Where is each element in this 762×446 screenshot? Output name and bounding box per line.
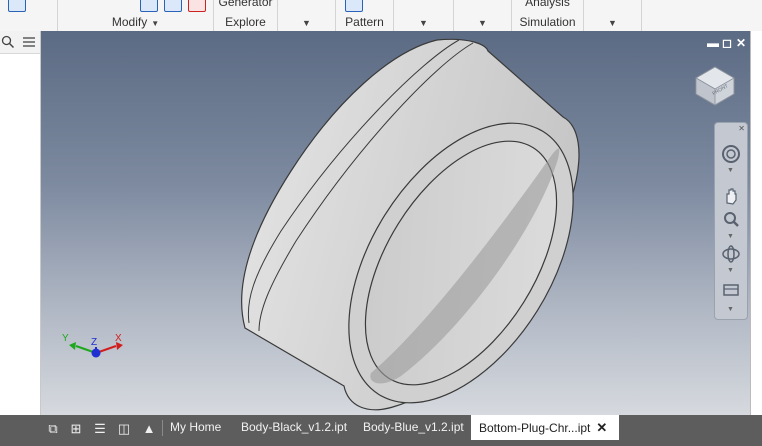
close-icon[interactable]: ✕	[596, 420, 607, 435]
zoom-icon[interactable]	[719, 209, 743, 231]
navigation-bar: ✕ ▼ ▼ ▼ ▼	[714, 122, 748, 320]
minimize-button[interactable]: ▬	[706, 36, 720, 50]
chevron-down-icon[interactable]: ▼	[727, 306, 734, 313]
ring-model[interactable]	[41, 31, 750, 415]
chevron-down-icon: ▼	[478, 18, 487, 28]
steering-wheel-icon[interactable]	[719, 143, 743, 165]
ribbon: Modify ▼ Generator Explore ▼ Pattern ▼ ▼ …	[0, 0, 762, 32]
restore-button[interactable]: ◻	[720, 36, 734, 50]
modify-label: Modify	[111, 15, 148, 29]
chevron-down-icon: ▼	[302, 18, 311, 28]
simulation-label[interactable]: Simulation	[512, 15, 583, 29]
right-edge-panel	[750, 31, 762, 415]
tile-vertical-icon[interactable]: ◫	[115, 421, 133, 437]
modify-tool-icon-2[interactable]	[164, 0, 182, 12]
pattern-label[interactable]: Pattern	[336, 15, 393, 29]
browser-header	[0, 31, 40, 54]
ribbon-panel-dropdown-1[interactable]: ▼	[278, 0, 336, 31]
close-button[interactable]: ✕	[734, 36, 748, 50]
pan-icon[interactable]	[719, 185, 743, 207]
tab-label: My Home	[170, 420, 222, 434]
coordinate-triad: X Y Z	[62, 333, 123, 358]
look-at-icon[interactable]	[719, 279, 743, 301]
tab-label: Bottom-Plug-Chr...ipt	[479, 421, 591, 435]
model-browser	[0, 31, 41, 415]
sketch-icon[interactable]	[8, 0, 26, 12]
document-tab-bar: ⧉ ⊞ ☰ ◫ ▲ My Home Body-Black_v1.2.ipt Bo…	[0, 415, 762, 446]
delete-face-icon[interactable]	[188, 0, 206, 12]
ribbon-panel-pattern: Pattern	[336, 0, 394, 31]
explore-label[interactable]: Explore	[214, 15, 277, 29]
analysis-label: Analysis	[525, 0, 570, 9]
chevron-down-icon[interactable]: ▼	[727, 267, 734, 274]
tile-horizontal-icon[interactable]: ☰	[91, 421, 109, 437]
tab-my-home[interactable]: My Home	[162, 415, 229, 440]
ribbon-panel-explore: Generator Explore	[214, 0, 278, 31]
menu-icon[interactable]	[22, 35, 36, 49]
tab-label: Body-Blue_v1.2.ipt	[363, 420, 464, 434]
generator-label: Generator	[218, 0, 273, 9]
close-icon[interactable]: ✕	[738, 124, 745, 133]
axis-x-label: X	[115, 333, 122, 344]
ribbon-panel-modify: Modify ▼	[58, 0, 214, 31]
ribbon-panel-dropdown-3[interactable]: ▼	[454, 0, 512, 31]
tab-list-icon[interactable]: ▲	[140, 421, 158, 437]
cascade-windows-icon[interactable]: ⧉	[44, 421, 62, 437]
tab-bottom-plug[interactable]: Bottom-Plug-Chr...ipt ✕	[471, 415, 619, 440]
viewport-window-controls: ▬ ◻ ✕	[706, 36, 748, 50]
tab-body-black[interactable]: Body-Black_v1.2.ipt	[233, 415, 355, 440]
pattern-icon[interactable]	[345, 0, 363, 12]
ribbon-panel-dropdown-2[interactable]: ▼	[394, 0, 454, 31]
graphics-viewport[interactable]: ▬ ◻ ✕ FRONT ✕ ▼ ▼ ▼ ▼ X Y Z	[41, 31, 750, 415]
tile-windows-icon[interactable]: ⊞	[67, 421, 85, 437]
ribbon-panel-simulation: Analysis Simulation	[512, 0, 584, 31]
ribbon-panel-left	[0, 0, 58, 31]
chevron-down-icon[interactable]: ▼	[727, 167, 734, 174]
chevron-down-icon: ▼	[419, 18, 428, 28]
search-icon[interactable]	[1, 35, 15, 49]
orbit-icon[interactable]	[719, 243, 743, 265]
tab-label: Body-Black_v1.2.ipt	[241, 420, 348, 434]
modify-panel-button[interactable]: Modify ▼	[58, 15, 213, 29]
viewcube[interactable]: FRONT	[693, 64, 737, 108]
modify-tool-icon-1[interactable]	[140, 0, 158, 12]
chevron-down-icon[interactable]: ▼	[727, 233, 734, 240]
axis-y-label: Y	[62, 333, 69, 344]
chevron-down-icon: ▼	[608, 18, 617, 28]
ribbon-panel-dropdown-4[interactable]: ▼	[584, 0, 642, 31]
tab-body-blue[interactable]: Body-Blue_v1.2.ipt	[355, 415, 472, 440]
chevron-down-icon: ▼	[151, 19, 160, 28]
axis-z-label: Z	[91, 337, 97, 348]
